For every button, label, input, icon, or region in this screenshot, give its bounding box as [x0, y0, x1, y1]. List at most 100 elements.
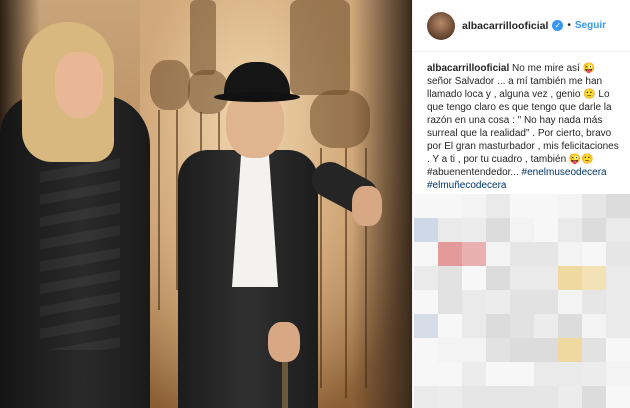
coat-shine	[40, 150, 120, 350]
post-header: albacarrillooficial ✓ • Seguir	[413, 0, 630, 52]
pixelated-block	[558, 266, 582, 290]
verified-badge-icon: ✓	[552, 20, 564, 31]
pixelated-block	[558, 242, 582, 266]
wax-figure-hand	[352, 186, 382, 226]
pixelated-block	[462, 314, 486, 338]
pixelated-block	[414, 386, 438, 408]
pixelated-block	[534, 242, 558, 266]
pixelated-block	[414, 362, 438, 386]
pixelated-block	[606, 218, 630, 242]
pixelated-block	[558, 218, 582, 242]
pixelated-block	[462, 362, 486, 386]
pixelated-block	[486, 290, 510, 314]
pixelated-block	[414, 266, 438, 290]
pixelated-block	[534, 338, 558, 362]
pixelated-block	[510, 338, 534, 362]
pixelated-block	[510, 314, 534, 338]
pixelated-block	[414, 242, 438, 266]
pixelated-block	[534, 266, 558, 290]
separator-dot: •	[567, 20, 571, 31]
painting-tower	[290, 0, 350, 95]
pixelated-block	[510, 386, 534, 408]
pixelated-block	[462, 290, 486, 314]
pixelated-block	[582, 386, 606, 408]
pixelated-block	[534, 290, 558, 314]
pixelated-block	[414, 194, 438, 218]
username-link[interactable]: albacarrillooficial	[462, 20, 548, 32]
pixelated-block	[606, 338, 630, 362]
wax-figure-hand	[268, 322, 300, 362]
pixelated-block	[486, 194, 510, 218]
pixelated-block	[462, 242, 486, 266]
pixelated-block	[438, 194, 462, 218]
painting-elephant	[188, 70, 228, 114]
pixelated-block	[558, 362, 582, 386]
pixelated-block	[558, 290, 582, 314]
pixelated-block	[582, 290, 606, 314]
pixelated-block	[486, 242, 510, 266]
painting-elephant	[150, 60, 190, 110]
pixelated-block	[606, 290, 630, 314]
pixelated-block	[486, 338, 510, 362]
pixelated-block	[486, 362, 510, 386]
pixelated-block	[486, 218, 510, 242]
painting-leg	[158, 110, 160, 310]
pixelated-block	[438, 338, 462, 362]
follow-button[interactable]: Seguir	[575, 20, 606, 31]
pixelated-comments	[414, 194, 630, 408]
pixelated-block	[558, 194, 582, 218]
pixelated-block	[414, 290, 438, 314]
pixelated-block	[438, 266, 462, 290]
pixelated-block	[534, 194, 558, 218]
pixelated-block	[462, 194, 486, 218]
pixelated-block	[510, 290, 534, 314]
pixelated-block	[510, 266, 534, 290]
pixelated-block	[606, 194, 630, 218]
pixelated-block	[582, 338, 606, 362]
pixelated-block	[534, 362, 558, 386]
pixelated-block	[582, 218, 606, 242]
pixelated-block	[606, 314, 630, 338]
wax-figure-hat-brim	[214, 92, 300, 102]
pixelated-block	[438, 290, 462, 314]
pixelated-block	[606, 362, 630, 386]
pixelated-block	[438, 218, 462, 242]
pixelated-block	[582, 194, 606, 218]
pixelated-block	[462, 266, 486, 290]
pixelated-block	[462, 218, 486, 242]
pixelated-block	[534, 218, 558, 242]
pixelated-block	[462, 338, 486, 362]
pixelated-block	[438, 314, 462, 338]
pixelated-block	[558, 386, 582, 408]
post-photo[interactable]	[0, 0, 412, 408]
avatar[interactable]	[427, 11, 455, 40]
pixelated-block	[558, 314, 582, 338]
pixelated-block	[462, 386, 486, 408]
pixelated-block	[510, 362, 534, 386]
pixelated-block	[582, 314, 606, 338]
pixelated-block	[582, 362, 606, 386]
woman-face	[55, 52, 103, 118]
pixelated-block	[510, 194, 534, 218]
pixelated-block	[414, 218, 438, 242]
pixelated-block	[486, 386, 510, 408]
pixelated-block	[510, 218, 534, 242]
pixelated-block	[486, 266, 510, 290]
pixelated-block	[606, 266, 630, 290]
pixelated-block	[582, 242, 606, 266]
pixelated-block	[558, 338, 582, 362]
pixelated-block	[534, 314, 558, 338]
pixelated-block	[438, 386, 462, 408]
pixelated-block	[486, 314, 510, 338]
caption-text: No me mire así 😜 señor Salvador ... a mí…	[427, 63, 619, 178]
pixelated-block	[582, 266, 606, 290]
caption-username-link[interactable]: albacarrillooficial	[427, 63, 509, 74]
pixelated-block	[606, 242, 630, 266]
painting-tower	[190, 0, 216, 75]
pixelated-block	[414, 338, 438, 362]
pixelated-block	[606, 386, 630, 408]
post-caption: albacarrillooficial No me mire así 😜 señ…	[413, 52, 630, 192]
pixelated-block	[438, 242, 462, 266]
pixelated-block	[438, 362, 462, 386]
pixelated-block	[414, 314, 438, 338]
